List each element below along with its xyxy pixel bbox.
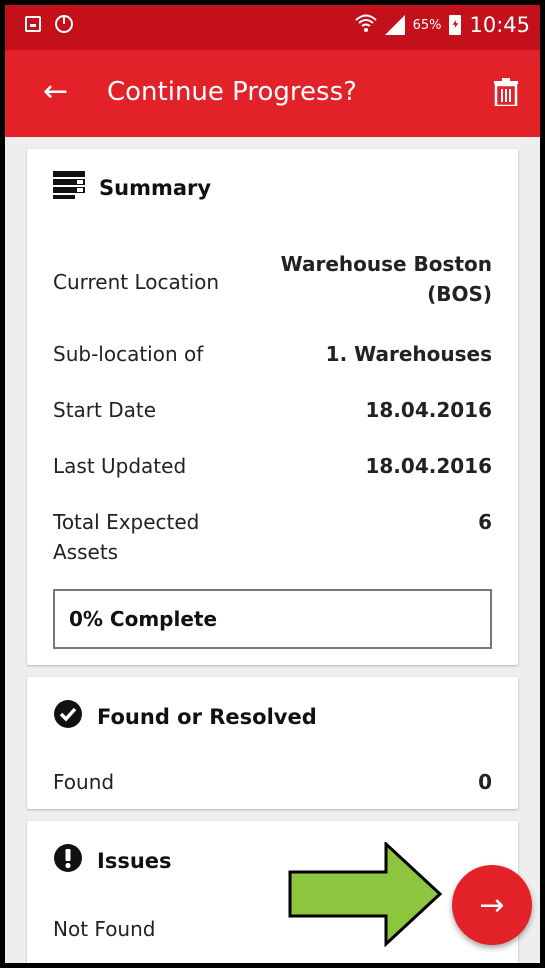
found-title: Found or Resolved (97, 704, 317, 729)
row-value: 18.04.2016 (365, 454, 492, 478)
row-label: Total Expected Assets (53, 510, 200, 564)
summary-row-sub-location: Sub-location of 1. Warehouses (53, 339, 492, 369)
row-label: Not Found (53, 917, 156, 941)
row-value: 1. Warehouses (325, 342, 492, 366)
page-title: Continue Progress? (107, 77, 357, 107)
row-value: 6 (478, 510, 492, 534)
summary-row-current-location: Current Location Warehouse Boston (BOS) (53, 249, 492, 309)
content-area: Summary Current Location Warehouse Bosto… (5, 137, 540, 963)
row-label: Sub-location of (53, 342, 204, 366)
row-label: Start Date (53, 398, 157, 422)
found-row: Found 0 (53, 767, 492, 797)
status-bar: 65% 10:45 (5, 5, 540, 50)
summary-icon (53, 171, 85, 204)
summary-row-total-expected: Total Expected Assets 6 (53, 507, 492, 567)
issues-card: Issues Not Found (27, 821, 518, 963)
summary-card: Summary Current Location Warehouse Bosto… (27, 149, 518, 665)
row-value: 18.04.2016 (365, 398, 492, 422)
app-bar: ← Continue Progress? (5, 50, 540, 137)
clock: 10:45 (469, 13, 530, 37)
signal-icon (384, 15, 405, 35)
exclamation-circle-icon (53, 843, 83, 878)
row-label: Current Location (53, 270, 220, 294)
found-card: Found or Resolved Found 0 (27, 677, 518, 809)
trash-icon[interactable] (494, 78, 518, 108)
phone-screen: 65% 10:45 ← Continue Progress? Summary C… (0, 0, 545, 968)
battery-charging-icon (449, 15, 462, 35)
battery-percent: 65% (412, 17, 442, 33)
green-arrow-pointer (288, 840, 443, 948)
progress-indicator: 0% Complete (53, 589, 492, 649)
progress-label: 0% Complete (69, 607, 218, 631)
wifi-icon (354, 13, 377, 37)
check-circle-icon (53, 699, 83, 734)
arrow-left-icon[interactable]: ← (43, 76, 68, 108)
summary-title: Summary (99, 175, 212, 200)
row-label: Last Updated (53, 454, 187, 478)
issues-title: Issues (97, 848, 172, 873)
next-fab-button[interactable]: → (452, 865, 532, 945)
screenshot-icon (25, 16, 41, 32)
summary-row-last-updated: Last Updated 18.04.2016 (53, 451, 492, 481)
arrow-right-icon: → (479, 887, 505, 923)
power-icon (55, 15, 73, 33)
summary-row-start-date: Start Date 18.04.2016 (53, 395, 492, 425)
row-label: Found (53, 770, 115, 794)
row-value: Warehouse Boston (BOS) (280, 252, 492, 306)
row-value: 0 (478, 770, 492, 794)
